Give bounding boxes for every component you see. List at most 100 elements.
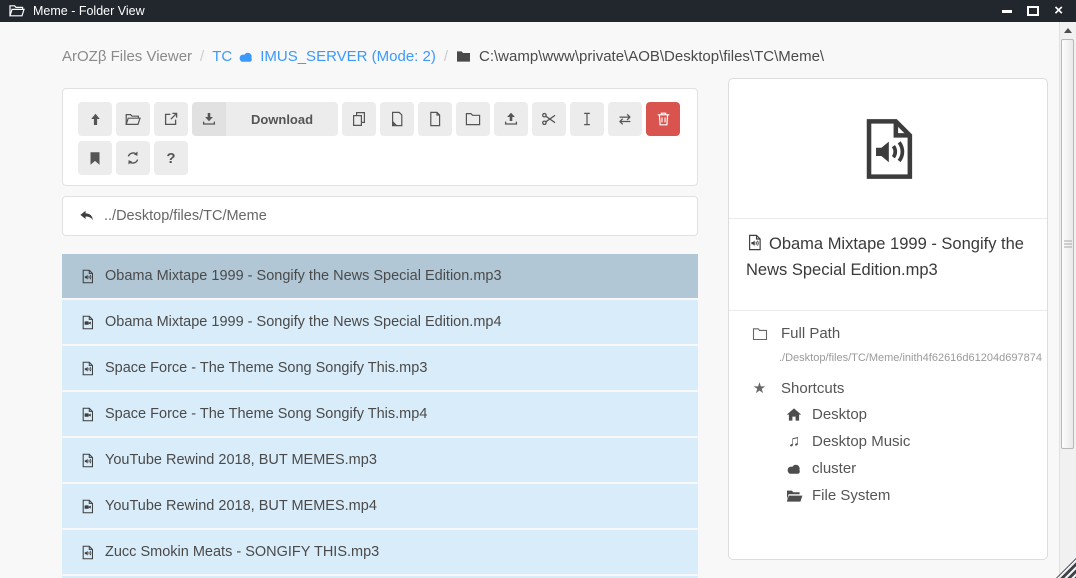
shortcuts-section: ★ Shortcuts <box>729 364 1047 397</box>
paste-button[interactable] <box>380 102 414 136</box>
shortcut-desktop-music[interactable]: ♫ Desktop Music <box>729 428 1047 455</box>
properties-panel: Obama Mixtape 1999 - Songify the News Sp… <box>728 78 1048 560</box>
breadcrumb-separator: / <box>444 48 448 65</box>
shortcut-cluster[interactable]: cluster <box>729 455 1047 482</box>
file-name: Obama Mixtape 1999 - Songify the News Sp… <box>105 314 502 330</box>
file-name: YouTube Rewind 2018, BUT MEMES.mp3 <box>105 452 377 468</box>
star-icon: ★ <box>751 381 768 396</box>
file-name: YouTube Rewind 2018, BUT MEMES.mp4 <box>105 498 377 514</box>
scroll-up-button[interactable] <box>1060 22 1076 38</box>
toolbar: Download <box>62 88 698 186</box>
download-icon <box>192 102 226 136</box>
rename-button[interactable] <box>570 102 604 136</box>
cloud-icon <box>238 51 254 63</box>
file-name: Space Force - The Theme Song Songify Thi… <box>105 360 427 376</box>
list-item[interactable]: YouTube Rewind 2018, BUT MEMES.mp4 <box>62 484 698 528</box>
go-up-reply-icon[interactable] <box>79 210 95 223</box>
cloud-icon <box>785 463 803 475</box>
music-note-icon: ♫ <box>785 434 803 450</box>
app-window: Meme - Folder View × ArOZβ Files Viewer … <box>0 0 1076 578</box>
toolbar-row-2: ? <box>78 141 682 175</box>
home-icon <box>785 407 803 422</box>
shortcut-list: Desktop ♫ Desktop Music cluster <box>729 397 1047 509</box>
list-item[interactable]: Obama Mixtape 1999 - Songify the News Sp… <box>62 254 698 298</box>
breadcrumb-current-path: C:\wamp\www\private\AOB\Desktop\files\TC… <box>456 48 824 65</box>
video-file-icon <box>80 315 95 330</box>
shortcut-file-system[interactable]: File System <box>729 482 1047 509</box>
download-button[interactable]: Download <box>192 102 338 136</box>
breadcrumb: ArOZβ Files Viewer / TC IMUS_SERVER (Mod… <box>62 48 824 65</box>
list-item[interactable]: Space Force - The Theme Song Songify Thi… <box>62 346 698 390</box>
folder-open-icon <box>785 489 803 503</box>
triangle-up-icon <box>1064 28 1072 33</box>
delete-button[interactable] <box>646 102 680 136</box>
audio-file-icon <box>80 545 95 560</box>
external-link-icon <box>163 111 179 127</box>
shortcut-label: cluster <box>812 460 856 477</box>
open-button[interactable] <box>116 102 150 136</box>
copy-button[interactable] <box>342 102 376 136</box>
file-list: Obama Mixtape 1999 - Songify the News Sp… <box>62 254 698 578</box>
open-in-new-window-button[interactable] <box>154 102 188 136</box>
relative-path-text: ../Desktop/files/TC/Meme <box>104 208 267 224</box>
scrollbar-grip-icon <box>1064 244 1072 245</box>
folder-outline-icon <box>751 327 768 341</box>
shortcut-label: Desktop <box>812 406 867 423</box>
file-preview <box>729 79 1047 219</box>
breadcrumb-app[interactable]: ArOZβ Files Viewer <box>62 48 192 65</box>
list-item[interactable]: Zucc Smokin Meats - SONGIFY THIS.mp3 <box>62 530 698 574</box>
open-folder-icon <box>9 4 25 18</box>
folder-icon <box>456 50 471 63</box>
download-label: Download <box>226 102 338 136</box>
audio-file-icon <box>80 453 95 468</box>
text-cursor-icon <box>579 111 595 127</box>
audio-file-icon <box>80 269 95 284</box>
file-info: Full Path ./Desktop/files/TC/Meme/inith4… <box>729 311 1047 509</box>
list-item[interactable]: YouTube Rewind 2018, BUT MEMES.mp3 <box>62 438 698 482</box>
upload-button[interactable] <box>494 102 528 136</box>
minimize-button[interactable] <box>1002 10 1012 13</box>
list-item[interactable]: Obama Mixtape 1999 - Songify the News Sp… <box>62 300 698 344</box>
help-button[interactable]: ? <box>154 141 188 175</box>
selected-file-name: Obama Mixtape 1999 - Songify the News Sp… <box>746 235 1024 279</box>
file-name: Obama Mixtape 1999 - Songify the News Sp… <box>105 268 502 284</box>
file-name: Zucc Smokin Meats - SONGIFY THIS.mp3 <box>105 544 379 560</box>
vertical-scrollbar[interactable] <box>1059 22 1076 578</box>
bookmark-button[interactable] <box>78 141 112 175</box>
close-button[interactable]: × <box>1054 4 1063 18</box>
question-mark-icon: ? <box>166 151 175 166</box>
refresh-icon <box>125 150 141 166</box>
audio-file-icon <box>80 361 95 376</box>
breadcrumb-server-link[interactable]: TC IMUS_SERVER (Mode: 2) <box>212 48 436 65</box>
shortcut-desktop[interactable]: Desktop <box>729 401 1047 428</box>
cut-button[interactable] <box>532 102 566 136</box>
audio-file-large-icon <box>855 116 921 182</box>
new-folder-button[interactable] <box>456 102 490 136</box>
file-name: Space Force - The Theme Song Songify Thi… <box>105 406 427 422</box>
shortcut-label: Desktop Music <box>812 433 910 450</box>
new-folder-icon <box>465 112 481 126</box>
scrollbar-thumb[interactable] <box>1061 39 1074 449</box>
server-name: IMUS_SERVER (Mode: 2) <box>260 48 436 65</box>
full-path-label: Full Path <box>781 325 840 342</box>
audio-file-icon <box>746 234 763 259</box>
list-item[interactable]: Space Force - The Theme Song Songify Thi… <box>62 392 698 436</box>
server-prefix: TC <box>212 48 232 65</box>
scissors-icon <box>541 111 557 127</box>
new-file-icon <box>427 111 443 127</box>
title-bar: Meme - Folder View × <box>0 0 1076 22</box>
refresh-button[interactable] <box>116 141 150 175</box>
paste-icon <box>389 111 405 127</box>
maximize-button[interactable] <box>1027 6 1039 16</box>
window-title: Meme - Folder View <box>33 4 145 18</box>
window-controls: × <box>1002 4 1067 18</box>
bookmark-icon <box>89 151 101 166</box>
folder-open-icon <box>125 112 141 127</box>
new-file-button[interactable] <box>418 102 452 136</box>
full-path-value: ./Desktop/files/TC/Meme/inith4f62616d612… <box>729 342 1047 364</box>
up-button[interactable] <box>78 102 112 136</box>
full-path-section: Full Path <box>729 311 1047 342</box>
swap-arrows-icon: ⇄ <box>619 112 632 127</box>
current-path-text: C:\wamp\www\private\AOB\Desktop\files\TC… <box>479 48 824 65</box>
move-button[interactable]: ⇄ <box>608 102 642 136</box>
